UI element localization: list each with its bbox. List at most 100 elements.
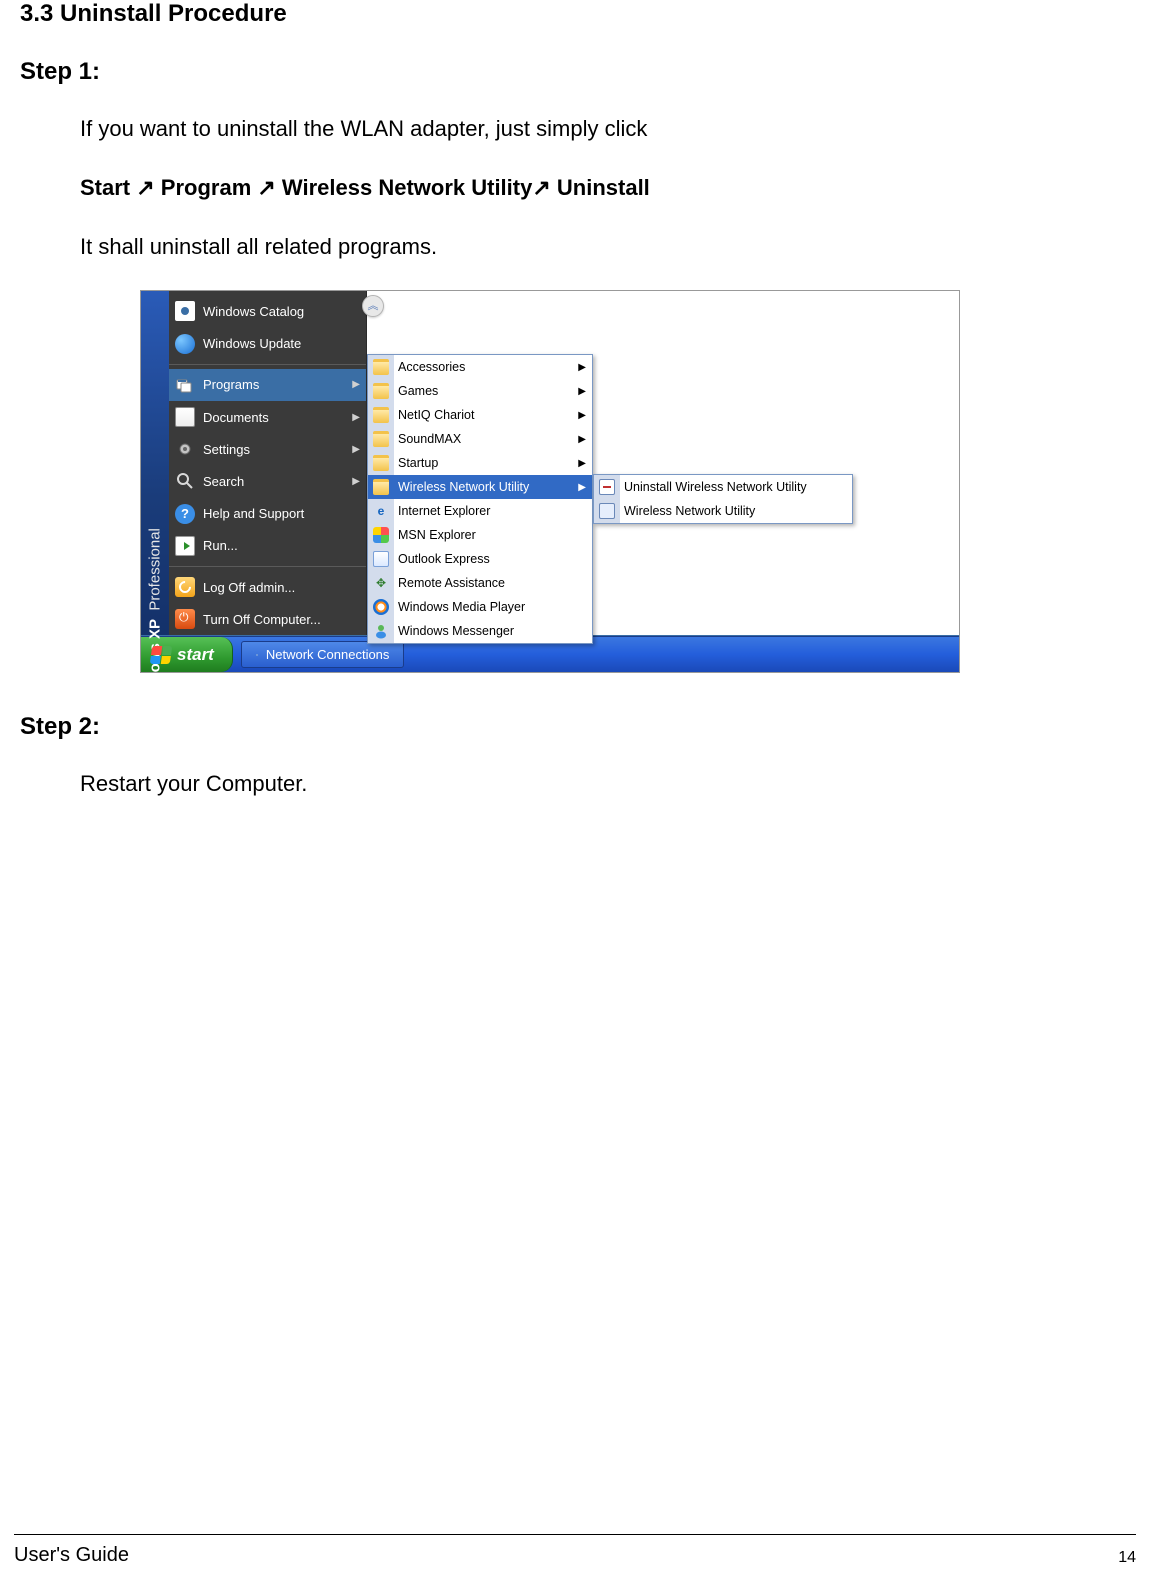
taskbar-button-label: Network Connections <box>266 647 390 662</box>
step-1-label: Step 1: <box>20 58 1130 86</box>
programs-item-remote-assistance[interactable]: ✥ Remote Assistance <box>368 571 592 595</box>
menu-item-label: SoundMAX <box>398 432 461 446</box>
settings-icon <box>175 439 195 459</box>
step1-intro-text: If you want to uninstall the WLAN adapte… <box>20 114 1130 145</box>
start-item-label: Windows Catalog <box>203 304 304 319</box>
programs-icon <box>175 375 195 395</box>
windows-messenger-icon <box>373 623 389 639</box>
start-button-label: start <box>177 645 214 665</box>
menu-item-label: Accessories <box>398 360 465 374</box>
windows-media-player-icon <box>373 599 389 615</box>
catalog-icon <box>175 301 195 321</box>
menu-item-label: Wireless Network Utility <box>624 504 755 518</box>
programs-item-windows-messenger[interactable]: Windows Messenger <box>368 619 592 643</box>
step-2-label: Step 2: <box>20 713 100 741</box>
start-item-run[interactable]: Run... <box>169 530 366 562</box>
programs-item-startup[interactable]: Startup ▶ <box>368 451 592 475</box>
power-off-icon <box>175 609 195 629</box>
menu-item-label: Uninstall Wireless Network Utility <box>624 480 807 494</box>
wnu-submenu: Uninstall Wireless Network Utility Wirel… <box>593 474 853 524</box>
folder-icon <box>373 479 389 495</box>
submenu-arrow-icon: ▶ <box>352 444 360 455</box>
submenu-arrow-icon: ▶ <box>578 410 586 421</box>
folder-icon <box>373 383 389 399</box>
menu-divider <box>169 566 366 567</box>
help-icon: ? <box>175 504 195 524</box>
search-icon <box>175 471 195 491</box>
submenu-arrow-icon: ▶ <box>352 476 360 487</box>
submenu-arrow-icon: ▶ <box>578 458 586 469</box>
footer-page-number: 14 <box>1118 1549 1136 1567</box>
start-menu-screenshot: Windows XP Professional ︽ Windows Catalo… <box>140 290 960 673</box>
logoff-icon <box>175 577 195 597</box>
start-item-help[interactable]: ? Help and Support <box>169 498 366 530</box>
menu-item-label: Games <box>398 384 438 398</box>
uninstall-path-line: Start ↗ Program ↗ Wireless Network Utili… <box>20 173 1130 204</box>
menu-item-label: MSN Explorer <box>398 528 476 542</box>
outlook-express-icon <box>373 551 389 567</box>
start-item-settings[interactable]: Settings ▶ <box>169 433 366 465</box>
start-item-turnoff[interactable]: Turn Off Computer... <box>169 603 366 635</box>
windows-xp-side-strip: Windows XP Professional <box>141 291 169 635</box>
section-title: 3.3 Uninstall Procedure <box>20 0 1130 28</box>
submenu-arrow-icon: ▶ <box>578 386 586 397</box>
start-item-label: Run... <box>203 538 238 553</box>
programs-item-internet-explorer[interactable]: e Internet Explorer <box>368 499 592 523</box>
network-connections-icon <box>256 654 258 656</box>
uninstall-icon <box>599 479 615 495</box>
programs-submenu: Accessories ▶ Games ▶ NetIQ Chariot ▶ So… <box>367 354 593 644</box>
footer-guide-label: User's Guide <box>14 1544 129 1567</box>
run-icon <box>175 536 195 556</box>
programs-item-wireless-network-utility[interactable]: Wireless Network Utility ▶ <box>368 475 592 499</box>
start-item-windows-update[interactable]: Windows Update <box>169 328 366 360</box>
programs-item-outlook-express[interactable]: Outlook Express <box>368 547 592 571</box>
windows-xp-brand: Windows XP <box>147 619 164 709</box>
submenu-arrow-icon: ▶ <box>352 412 360 423</box>
menu-item-label: Internet Explorer <box>398 504 490 518</box>
menu-item-label: Startup <box>398 456 438 470</box>
start-item-label: Help and Support <box>203 506 304 521</box>
folder-icon <box>373 431 389 447</box>
step2-text: Restart your Computer. <box>20 769 1130 800</box>
folder-icon <box>373 359 389 375</box>
start-item-programs[interactable]: Programs ▶ <box>169 369 366 401</box>
programs-item-soundmax[interactable]: SoundMAX ▶ <box>368 427 592 451</box>
start-item-label: Windows Update <box>203 336 301 351</box>
start-item-label: Turn Off Computer... <box>203 612 321 627</box>
menu-item-label: Remote Assistance <box>398 576 505 590</box>
programs-item-accessories[interactable]: Accessories ▶ <box>368 355 592 379</box>
menu-item-label: NetIQ Chariot <box>398 408 474 422</box>
programs-item-windows-media-player[interactable]: Windows Media Player <box>368 595 592 619</box>
start-item-label: Documents <box>203 410 269 425</box>
menu-item-label: Windows Media Player <box>398 600 525 614</box>
menu-item-label: Windows Messenger <box>398 624 514 638</box>
start-menu-left-column: ︽ Windows Catalog Windows Update Program… <box>169 291 367 635</box>
wireless-utility-icon <box>599 503 615 519</box>
remote-assistance-icon: ✥ <box>373 575 389 591</box>
submenu-arrow-icon: ▶ <box>578 434 586 445</box>
windows-xp-edition: Professional <box>147 529 164 612</box>
step1-result-text: It shall uninstall all related programs. <box>20 232 1130 263</box>
documents-icon <box>175 407 195 427</box>
menu-divider <box>169 364 366 365</box>
collapse-icon[interactable]: ︽ <box>362 295 384 317</box>
start-item-label: Search <box>203 474 244 489</box>
start-item-search[interactable]: Search ▶ <box>169 465 366 497</box>
start-item-windows-catalog[interactable]: Windows Catalog <box>169 295 366 327</box>
windows-update-icon <box>175 334 195 354</box>
windows-flag-icon <box>150 646 173 664</box>
wnu-item-utility[interactable]: Wireless Network Utility <box>594 499 852 523</box>
start-item-documents[interactable]: Documents ▶ <box>169 401 366 433</box>
submenu-arrow-icon: ▶ <box>352 379 360 390</box>
start-item-logoff[interactable]: Log Off admin... <box>169 571 366 603</box>
programs-item-msn-explorer[interactable]: MSN Explorer <box>368 523 592 547</box>
wnu-item-uninstall[interactable]: Uninstall Wireless Network Utility <box>594 475 852 499</box>
programs-item-netiq[interactable]: NetIQ Chariot ▶ <box>368 403 592 427</box>
footer-rule <box>14 1534 1136 1535</box>
internet-explorer-icon: e <box>373 503 389 519</box>
programs-item-games[interactable]: Games ▶ <box>368 379 592 403</box>
msn-icon <box>373 527 389 543</box>
taskbar-button-network-connections[interactable]: Network Connections <box>241 641 405 668</box>
submenu-arrow-icon: ▶ <box>578 482 586 493</box>
folder-icon <box>373 407 389 423</box>
